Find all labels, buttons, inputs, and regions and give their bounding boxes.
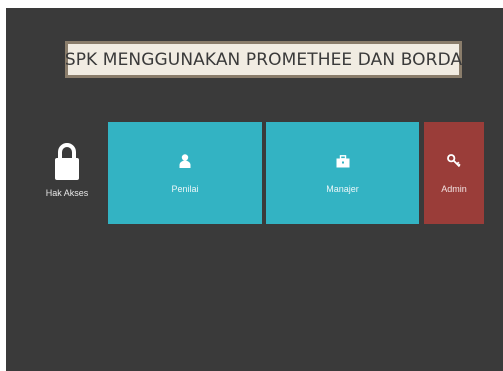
manajer-tile[interactable]: Manajer xyxy=(266,122,419,224)
key-icon xyxy=(447,152,461,170)
penilai-tile[interactable]: Penilai xyxy=(108,122,262,224)
lock-icon xyxy=(55,143,79,180)
penilai-label: Penilai xyxy=(171,184,199,194)
login-screen: SPK MENGGUNAKAN PROMETHEE DAN BORDA Hak … xyxy=(6,8,503,371)
app-title-box: SPK MENGGUNAKAN PROMETHEE DAN BORDA xyxy=(65,41,462,78)
admin-label: Admin xyxy=(441,184,467,194)
app-title: SPK MENGGUNAKAN PROMETHEE DAN BORDA xyxy=(64,49,463,70)
user-icon xyxy=(179,152,191,170)
access-section: Hak Akses xyxy=(34,138,100,198)
access-label: Hak Akses xyxy=(45,188,89,198)
admin-tile[interactable]: Admin xyxy=(424,122,484,224)
briefcase-icon xyxy=(336,152,350,170)
manajer-label: Manajer xyxy=(326,184,359,194)
